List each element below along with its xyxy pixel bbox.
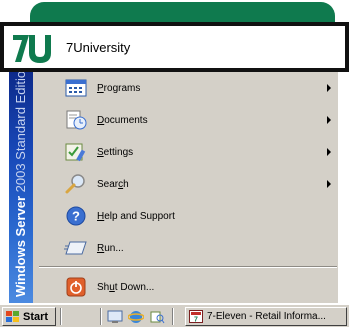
help-icon: ?: [61, 203, 91, 229]
app-title: 7University: [66, 40, 131, 55]
submenu-arrow-icon: [327, 116, 331, 124]
menu-item-label: Shut Down...: [97, 281, 155, 293]
menu-item-label: Help and Support: [97, 210, 175, 222]
taskbar-divider: [60, 308, 62, 325]
start-label: Start: [23, 310, 49, 323]
app-window-icon: 7: [189, 310, 203, 323]
task-label: 7-Eleven - Retail Informa...: [207, 311, 326, 322]
menu-item-settings[interactable]: Settings: [33, 136, 339, 168]
menu-item-label: Programs: [97, 82, 141, 94]
quicklaunch-ie-icon[interactable]: [127, 308, 145, 325]
menu-item-run[interactable]: Run...: [33, 232, 339, 264]
submenu-arrow-icon: [327, 148, 331, 156]
menu-item-help-and-support[interactable]: ? Help and Support: [33, 200, 339, 232]
menu-item-programs[interactable]: Programs: [33, 72, 339, 104]
svg-text:?: ?: [72, 209, 80, 224]
edition-banner-text: Windows Server 2003 Standard Edition: [13, 72, 28, 297]
taskbar-divider: [100, 308, 102, 325]
menu-item-label: Documents: [97, 114, 148, 126]
start-button[interactable]: Start: [2, 307, 56, 326]
submenu-arrow-icon: [327, 84, 331, 92]
menu-separator: [39, 266, 337, 268]
menu-item-shut-down[interactable]: Shut Down...: [33, 271, 339, 303]
menu-item-label: Run...: [97, 242, 124, 254]
documents-icon: [61, 107, 91, 133]
quicklaunch-explorer-icon[interactable]: [148, 308, 166, 325]
quicklaunch-desktop-icon[interactable]: [106, 308, 124, 325]
start-menu: Windows Server 2003 Standard Edition Pro…: [8, 72, 338, 303]
edition-sidebar-banner: Windows Server 2003 Standard Edition: [9, 72, 33, 303]
submenu-arrow-icon: [327, 180, 331, 188]
menu-item-label: Settings: [97, 146, 134, 158]
taskbar-divider: [172, 308, 174, 325]
taskbar-window-button[interactable]: 7 7-Eleven - Retail Informa...: [185, 307, 347, 326]
menu-item-label: Search: [97, 178, 129, 190]
search-icon: [61, 171, 91, 197]
taskbar: Start 7 7-Eleven - Retail Informa...: [0, 304, 349, 327]
menu-item-search[interactable]: Search: [33, 168, 339, 200]
7u-logo-icon: [13, 35, 51, 63]
programs-icon: [61, 75, 91, 101]
settings-icon: [61, 139, 91, 165]
pinned-app-header[interactable]: 7University: [0, 22, 349, 72]
svg-text:7: 7: [194, 317, 198, 324]
shutdown-icon: [61, 274, 91, 300]
menu-item-documents[interactable]: Documents: [33, 104, 339, 136]
windows-flag-icon: [6, 310, 19, 322]
run-icon: [61, 235, 91, 261]
